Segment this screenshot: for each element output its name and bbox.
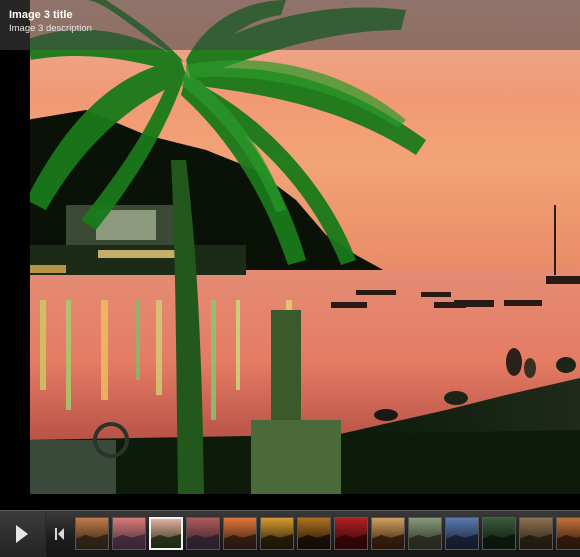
- main-photo: [26, 0, 580, 494]
- main-image-stage[interactable]: Image 3 title Image 3 description: [0, 0, 580, 510]
- thumbnail-12[interactable]: [482, 517, 516, 550]
- thumbnail-6[interactable]: [260, 517, 294, 550]
- thumbnail-14[interactable]: [556, 517, 580, 550]
- previous-button[interactable]: [50, 523, 70, 545]
- thumbnail-7[interactable]: [297, 517, 331, 550]
- thumbnail-5[interactable]: [223, 517, 257, 550]
- thumbnail-1[interactable]: [75, 517, 109, 550]
- play-button[interactable]: [0, 511, 46, 557]
- thumbnail-4[interactable]: [186, 517, 220, 550]
- thumbnail-13[interactable]: [519, 517, 553, 550]
- thumbnail-8[interactable]: [334, 517, 368, 550]
- thumbnail-11[interactable]: [445, 517, 479, 550]
- thumbnail-3[interactable]: [149, 517, 183, 550]
- thumbnail-9[interactable]: [371, 517, 405, 550]
- thumbnail-strip: [75, 517, 580, 553]
- thumbnail-10[interactable]: [408, 517, 442, 550]
- play-icon: [16, 525, 28, 543]
- skip-previous-icon: [55, 528, 64, 540]
- image-gallery-viewer: Image 3 title Image 3 description: [0, 0, 580, 557]
- thumbnail-bar: [0, 510, 580, 557]
- thumbnail-2[interactable]: [112, 517, 146, 550]
